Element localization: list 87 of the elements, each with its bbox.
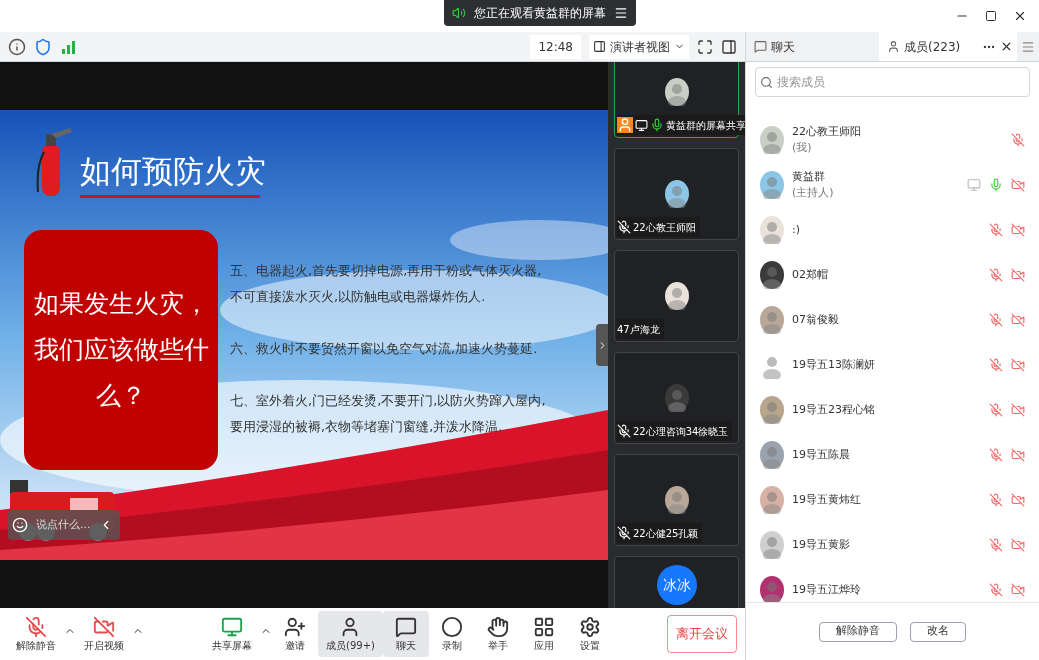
muted-microphone-icon	[25, 615, 47, 638]
meeting-time: 12:48	[530, 34, 581, 59]
add-person-icon	[284, 615, 306, 638]
slide-paragraph: 六、救火时不要贸然开窗以免空气对流,加速火势蔓延.	[230, 340, 539, 358]
toolbar-button[interactable]: 邀请	[272, 611, 318, 657]
member-role: (主持人)	[792, 184, 835, 201]
video-tile[interactable]: 22心教王师阳	[614, 148, 739, 240]
search-input[interactable]: 搜索成员	[777, 73, 1025, 91]
member-row[interactable]: 02郑帽	[746, 252, 1039, 297]
record-icon	[440, 615, 463, 638]
leave-meeting-button[interactable]: 离开会议	[667, 615, 737, 653]
video-tile[interactable]: 22心健25孔颖	[614, 454, 739, 546]
participant-name: 22心教王师阳	[633, 220, 696, 235]
member-name: 19导五江烨玲	[792, 581, 862, 598]
toolbar-button[interactable]: 解除静音	[8, 611, 64, 657]
member-row[interactable]: 07翁俊毅	[746, 297, 1039, 342]
avatar-initials: 冰冰	[656, 565, 697, 605]
maximize-icon[interactable]	[985, 10, 997, 22]
panel-tab[interactable]: 聊天	[746, 32, 879, 61]
participant-name: 22心健25孔颖	[633, 526, 699, 541]
toolbar-button[interactable]: 成员(99+)	[318, 611, 383, 657]
emoji-icon[interactable]	[12, 517, 28, 533]
member-row[interactable]: 19导五黄炜红	[746, 477, 1039, 522]
chat-icon	[754, 40, 767, 53]
callout-text: 如果发生火灾，我们应该做些什么？	[32, 288, 210, 412]
member-name: 19导五陈晨	[792, 446, 851, 463]
info-icon[interactable]	[8, 37, 26, 56]
speaker-icon	[451, 6, 466, 20]
member-row[interactable]: 19导五黄影	[746, 522, 1039, 567]
hand-icon	[486, 615, 509, 638]
participant-name: 黄益群的屏幕共享	[666, 118, 745, 133]
member-name: 19导五23程心铭	[792, 401, 876, 418]
participant-name: 22心理咨询34徐晓玉	[633, 424, 729, 439]
screen-share-icon	[221, 615, 243, 638]
toolbar-button[interactable]: 设置	[566, 611, 613, 657]
search-icon	[760, 75, 773, 89]
toolbar-button[interactable]: 录制	[428, 611, 475, 657]
member-row[interactable]: 19导五陈晨	[746, 432, 1039, 477]
participant-name: 47卢海龙	[617, 322, 660, 337]
member-name: 22心教王师阳	[792, 123, 862, 140]
member-row[interactable]: :)	[746, 207, 1039, 252]
member-row[interactable]: 22心教王师阳 (我)	[746, 117, 1039, 162]
toolbar-button[interactable]: 共享屏幕	[204, 611, 260, 657]
slide-title: 如何预防火灾	[80, 156, 266, 191]
signal-icon	[60, 38, 76, 55]
view-dropdown[interactable]: 演讲者视图	[589, 34, 689, 59]
close-icon[interactable]	[1013, 9, 1027, 23]
member-name: 02郑帽	[792, 266, 829, 283]
chat-placeholder: 说点什么...	[36, 516, 91, 533]
menu-icon	[613, 6, 628, 20]
member-row[interactable]: 黄益群 (主持人)	[746, 162, 1039, 207]
toolbar-button[interactable]: 开启视频	[76, 611, 132, 657]
slide-paragraph: 五、电器起火,首先要切掉电源,再用干粉或气体灭火器, 不可直接泼水灭火,以防触电或电器爆炸伤人.	[230, 262, 543, 306]
search-field[interactable]: 搜索成员	[755, 67, 1030, 97]
member-role: (我)	[792, 139, 813, 156]
panel-button[interactable]: 改名	[910, 621, 966, 642]
member-name: :)	[792, 221, 801, 238]
member-row[interactable]: 19导五13陈澜妍	[746, 342, 1039, 387]
toolbar-button[interactable]: 聊天	[382, 611, 429, 657]
expand-handle[interactable]	[596, 324, 608, 366]
video-off-icon	[93, 615, 115, 638]
member-row[interactable]: 19导五23程心铭	[746, 387, 1039, 432]
side-panel-icon[interactable]	[721, 38, 737, 55]
video-tile[interactable]: 冰冰	[614, 556, 739, 608]
chat-icon	[394, 615, 417, 638]
shield-icon[interactable]	[34, 37, 52, 56]
member-name: 19导五黄炜红	[792, 491, 862, 508]
panel-tab[interactable]: 成员(223)	[879, 32, 982, 61]
member-name: 07翁俊毅	[792, 311, 840, 328]
settings-icon	[578, 615, 601, 638]
member-name: 黄益群	[792, 168, 826, 185]
member-row[interactable]: 19导五江烨玲	[746, 567, 1039, 602]
layout-icon	[593, 40, 606, 53]
panel-button[interactable]: 解除静音	[819, 621, 897, 642]
toolbar-button[interactable]: 举手	[474, 611, 521, 657]
close-icon[interactable]	[1000, 40, 1013, 53]
member-name: 19导五黄影	[792, 536, 851, 553]
banner-text: 您正在观看黄益群的屏幕	[473, 5, 606, 22]
person-icon	[887, 40, 900, 53]
slide-paragraph: 七、室外着火,门已经发烫,不要开门,以防火势蹿入屋内,要用浸湿的被褥,衣物等堵塞门窗缝,并泼水降温.	[230, 392, 547, 436]
toolbar-button[interactable]: 应用	[520, 611, 567, 657]
member-name: 19导五13陈澜妍	[792, 356, 876, 373]
apps-icon	[532, 615, 555, 638]
chat-input[interactable]: 说点什么...	[8, 510, 120, 540]
video-tile[interactable]: 47卢海龙	[614, 250, 739, 342]
fullscreen-icon[interactable]	[697, 38, 713, 55]
video-tile[interactable]: 22心理咨询34徐晓玉	[614, 352, 739, 444]
